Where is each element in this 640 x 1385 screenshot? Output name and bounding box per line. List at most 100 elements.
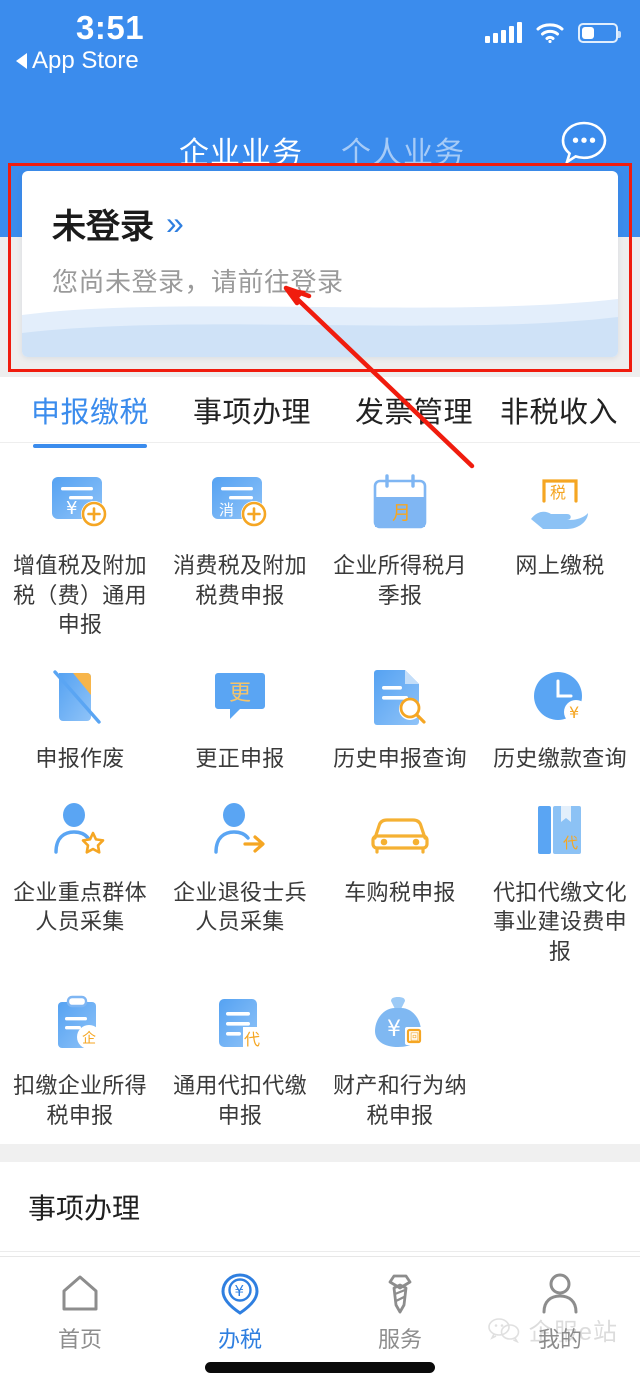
login-card[interactable]: 未登录 » 您尚未登录，请前往登录 — [22, 171, 618, 357]
service-item[interactable]: 消 消费税及附加税费申报 — [160, 461, 320, 654]
clipboard-qi-icon: 企 — [58, 995, 101, 1049]
status-time: 3:51 — [76, 9, 145, 46]
service-item[interactable]: 车购税申报 — [320, 788, 480, 981]
service-item[interactable]: 更 更正申报 — [160, 654, 320, 788]
category-tab-non-tax-revenue[interactable]: 非税收入 — [500, 389, 618, 431]
service-label: 财产和行为纳税申报 — [333, 1072, 467, 1128]
tab-enterprise-business[interactable]: 企业业务 — [179, 128, 303, 194]
service-label: 消费税及附加税费申报 — [173, 553, 307, 608]
wechat-icon — [487, 1317, 519, 1343]
service-label: 代扣代缴文化事业建设费申报 — [493, 879, 627, 965]
money-bag-icon: ¥ 回 — [375, 996, 423, 1047]
card-wave-decoration — [22, 299, 618, 357]
book-dai-icon: 代 — [538, 805, 581, 854]
category-tab-matter-handling[interactable]: 事项办理 — [193, 389, 311, 431]
svg-text:¥: ¥ — [387, 1017, 401, 1042]
document-void-icon — [53, 670, 101, 724]
app-root: 3:51 App Store 企业业务 个人业务 未登录 » 您尚未登录，请前往… — [0, 0, 640, 1385]
login-card-title-row[interactable]: 未登录 » — [52, 199, 184, 248]
service-grid: ¥ 增值税及附加税（费）通用申报 消 消费税及附加税费申报 月 企业所得税月季报… — [0, 443, 640, 1144]
home-indicator — [205, 1362, 435, 1373]
login-card-area: 未登录 » 您尚未登录，请前往登录 — [0, 171, 640, 365]
document-dai-icon: 代 — [219, 998, 265, 1049]
service-item[interactable]: 企 扣缴企业所得税申报 — [0, 981, 160, 1144]
watermark-text: 企服e站 — [528, 1319, 618, 1346]
service-item[interactable]: 历史申报查询 — [320, 654, 480, 788]
svg-text:¥: ¥ — [235, 1282, 245, 1300]
service-item[interactable]: 月 企业所得税月季报 — [320, 461, 480, 654]
category-tabs: 申报缴税 事项办理 发票管理 非税收入 — [0, 377, 640, 448]
svg-text:代: 代 — [563, 834, 578, 852]
service-label: 车购税申报 — [344, 879, 456, 905]
clock-yuan-icon: ¥ — [534, 672, 588, 725]
service-label: 扣缴企业所得税申报 — [13, 1072, 147, 1128]
status-indicators — [485, 21, 621, 43]
speech-correct-icon: 更 — [215, 673, 265, 720]
car-icon — [371, 818, 429, 854]
home-icon — [62, 1275, 98, 1311]
nav-label: 服务 — [377, 1327, 422, 1352]
back-to-app-store-button[interactable]: App Store — [16, 47, 139, 75]
main-content: 申报缴税 事项办理 发票管理 非税收入 ¥ 增值税及附加税（费）通用申报 消 消… — [0, 377, 640, 1385]
tab-personal-business[interactable]: 个人业务 — [341, 128, 465, 172]
person-arrow-icon — [214, 802, 265, 854]
service-item[interactable]: 代 通用代扣代缴申报 — [160, 981, 320, 1144]
category-tab-invoice-management[interactable]: 发票管理 — [355, 389, 473, 431]
service-item[interactable]: ¥ 历史缴款查询 — [480, 654, 640, 788]
document-search-icon — [374, 670, 426, 726]
invoice-consumption-add-icon: 消 — [212, 477, 267, 527]
invoice-yuan-add-icon: ¥ — [52, 477, 107, 527]
nav-label: 首页 — [57, 1327, 102, 1352]
nav-item-home[interactable]: 首页 — [0, 1257, 160, 1357]
battery-icon — [578, 22, 621, 43]
service-item[interactable]: 申报作废 — [0, 654, 160, 788]
nav-label: 办税 — [217, 1327, 262, 1352]
service-item[interactable]: 企业重点群体人员采集 — [0, 788, 160, 981]
login-status-label: 未登录 — [52, 208, 154, 246]
service-label: 历史申报查询 — [333, 746, 467, 772]
watermark: 企服e站 — [487, 1312, 618, 1347]
signal-bars-icon — [485, 21, 522, 43]
svg-text:企: 企 — [82, 1030, 96, 1047]
person-icon — [542, 1273, 578, 1314]
service-item[interactable]: 企业退役士兵人员采集 — [160, 788, 320, 981]
service-label: 企业重点群体人员采集 — [13, 879, 147, 935]
svg-text:月: 月 — [392, 502, 411, 524]
category-tab-declare-pay[interactable]: 申报缴税 — [31, 389, 149, 448]
svg-text:代: 代 — [244, 1030, 260, 1049]
service-item[interactable]: ¥ 增值税及附加税（费）通用申报 — [0, 461, 160, 654]
chevron-double-right-icon: » — [166, 205, 184, 241]
svg-text:税: 税 — [550, 483, 566, 502]
service-label: 增值税及附加税（费）通用申报 — [13, 553, 147, 638]
service-label: 申报作废 — [35, 746, 125, 772]
service-label: 网上缴税 — [515, 553, 605, 578]
section-divider — [0, 1144, 640, 1163]
hand-tax-icon: 税 — [531, 479, 588, 529]
svg-text:回: 回 — [410, 1032, 419, 1043]
back-triangle-icon — [16, 53, 27, 69]
section-title: 事项办理 — [28, 1192, 141, 1224]
service-label: 通用代扣代缴申报 — [173, 1072, 307, 1128]
tie-icon — [388, 1274, 412, 1314]
pin-yuan-icon: ¥ — [221, 1273, 259, 1315]
service-label: 历史缴款查询 — [493, 746, 627, 772]
service-item[interactable]: 代 代扣代缴文化事业建设费申报 — [480, 788, 640, 981]
section-header-matter-handling: 事项办理 — [0, 1162, 640, 1253]
svg-text:消: 消 — [219, 501, 234, 519]
svg-text:¥: ¥ — [66, 498, 77, 519]
service-label: 企业所得税月季报 — [333, 553, 467, 608]
chat-bubble-icon[interactable] — [557, 117, 611, 171]
service-label: 企业退役士兵人员采集 — [173, 879, 307, 935]
service-item[interactable]: 税 网上缴税 — [480, 461, 640, 654]
svg-text:¥: ¥ — [569, 703, 579, 722]
nav-item-tax[interactable]: ¥ 办税 — [160, 1257, 320, 1357]
svg-text:更: 更 — [229, 681, 251, 706]
wifi-icon — [536, 23, 564, 43]
status-bar: 3:51 App Store — [0, 0, 640, 88]
calendar-month-icon: 月 — [373, 474, 427, 529]
service-item[interactable]: ¥ 回 财产和行为纳税申报 — [320, 981, 480, 1144]
person-star-icon — [54, 802, 105, 854]
back-label: App Store — [32, 47, 139, 74]
nav-item-service[interactable]: 服务 — [320, 1257, 480, 1357]
service-label: 更正申报 — [195, 746, 285, 772]
